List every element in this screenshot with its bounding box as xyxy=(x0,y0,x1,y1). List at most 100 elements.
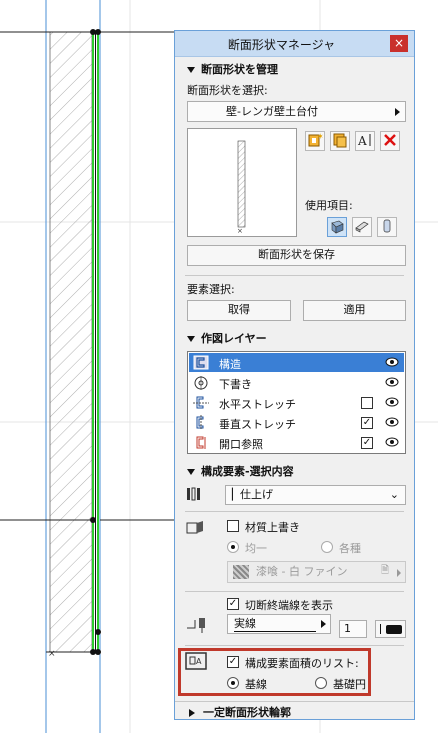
material-override-label: 材質上書き xyxy=(245,521,300,534)
usage-wall-button[interactable] xyxy=(327,217,347,237)
duplicate-profile-icon xyxy=(333,133,347,148)
profile-preview-graphic: × xyxy=(237,140,246,235)
show-cut-end-lines-label: 切断終端線を表示 xyxy=(245,599,333,612)
profile-select-dropdown[interactable]: 壁-レンガ壁土台付 xyxy=(187,101,406,122)
section-components-header[interactable]: 構成要素-選択内容 xyxy=(175,463,414,479)
chevron-right-icon xyxy=(397,569,401,577)
eye-icon[interactable] xyxy=(385,357,399,367)
pen-color-swatch xyxy=(386,625,402,634)
expand-triangle-icon xyxy=(189,709,195,717)
new-profile-button[interactable]: ✶ xyxy=(305,131,325,151)
eye-icon[interactable] xyxy=(385,437,399,447)
collapse-triangle-icon xyxy=(187,468,195,475)
line-type-dropdown[interactable]: 実線 xyxy=(227,614,331,634)
wall-usage-icon xyxy=(331,220,344,234)
opening-reference-checkbox[interactable]: ✓ xyxy=(361,437,373,449)
panel-titlebar[interactable]: 断面形状マネージャ × xyxy=(175,31,414,57)
layer-row-structure[interactable]: 構造 xyxy=(189,353,404,372)
layer-label: 下書き xyxy=(219,378,252,391)
layer-label: 垂直ストレッチ xyxy=(219,418,296,431)
surface-dropdown[interactable]: 漆喰 - 白 ファイン 🗎 xyxy=(227,561,406,583)
divider xyxy=(185,275,404,276)
profile-select-value: 壁-レンガ壁土台付 xyxy=(226,105,318,118)
save-profile-button[interactable]: 断面形状を保存 xyxy=(187,245,406,266)
surface-dropdown-value: 漆喰 - 白 ファイン xyxy=(256,565,348,578)
finish-dropdown[interactable]: ▏ 仕上げ ⌄ xyxy=(225,485,406,505)
get-button[interactable]: 取得 xyxy=(187,300,291,321)
rename-profile-button[interactable]: A xyxy=(355,131,375,151)
chevron-right-icon xyxy=(321,620,326,628)
uniform-label: 均一 xyxy=(245,542,267,555)
layer-row-vertical-stretch[interactable]: 垂直ストレッチ ✓ xyxy=(189,413,404,432)
select-profile-label: 断面形状を選択: xyxy=(187,84,268,97)
material-override-checkbox[interactable] xyxy=(227,520,239,532)
profile-preview: × xyxy=(187,128,297,237)
eye-icon[interactable] xyxy=(385,397,399,407)
usage-label: 使用項目: xyxy=(305,199,353,212)
cut-end-line-icon xyxy=(187,618,205,633)
finish-dropdown-value: 仕上げ xyxy=(240,488,273,501)
collapse-triangle-icon xyxy=(187,66,195,73)
delete-profile-button[interactable] xyxy=(380,131,400,151)
divider xyxy=(185,591,404,592)
rename-text-icon: A xyxy=(357,134,371,148)
section-constant-profile-header[interactable]: 一定断面形状輪郭 xyxy=(175,701,414,719)
delete-x-icon xyxy=(384,134,396,146)
surface-swatch-icon xyxy=(233,565,249,579)
each-label: 各種 xyxy=(339,542,361,555)
opening-reference-icon xyxy=(196,436,206,449)
svg-text:A: A xyxy=(357,134,367,148)
panel-title: 断面形状マネージャ xyxy=(227,38,336,52)
element-select-label: 要素選択: xyxy=(187,283,235,296)
eye-icon[interactable] xyxy=(385,417,399,427)
document-icon: 🗎 xyxy=(380,565,389,576)
annotation-highlight-box xyxy=(178,648,371,696)
solid-line-preview xyxy=(234,631,316,632)
svg-text:×: × xyxy=(237,227,243,235)
chevron-right-icon xyxy=(395,108,400,116)
svg-text:✶: ✶ xyxy=(317,132,323,141)
eye-icon[interactable] xyxy=(385,377,399,387)
material-override-icon xyxy=(186,521,203,534)
horizontal-stretch-checkbox[interactable] xyxy=(361,397,373,409)
section-layers-header[interactable]: 作図レイヤー xyxy=(175,330,414,346)
divider xyxy=(185,511,404,512)
vertical-stretch-checkbox[interactable]: ✓ xyxy=(361,417,373,429)
collapse-triangle-icon xyxy=(187,335,195,342)
pen-number-field[interactable]: 1 xyxy=(339,620,367,638)
svg-text:×: × xyxy=(48,649,56,659)
column-usage-icon xyxy=(383,219,391,233)
draft-layer-icon xyxy=(194,376,208,390)
uniform-radio[interactable] xyxy=(227,541,239,553)
layer-label: 構造 xyxy=(219,358,241,371)
chevron-down-icon: ⌄ xyxy=(389,488,399,501)
structure-layer-icon xyxy=(193,355,209,370)
horizontal-stretch-icon xyxy=(193,396,209,409)
divider xyxy=(185,645,404,646)
section-layers-title: 作図レイヤー xyxy=(201,332,267,345)
close-button[interactable]: × xyxy=(390,35,408,52)
apply-button[interactable]: 適用 xyxy=(303,300,406,321)
each-radio[interactable] xyxy=(321,541,333,553)
layer-label: 開口参照 xyxy=(219,438,263,451)
beam-usage-icon xyxy=(355,221,369,233)
layer-list: 構造 下書き 水平ストレッチ 垂直ストレッチ ✓ 開口参照 ✓ xyxy=(187,351,406,454)
usage-beam-button[interactable] xyxy=(352,217,372,237)
layer-row-draft[interactable]: 下書き xyxy=(189,373,404,392)
finish-component-icon xyxy=(187,487,200,501)
duplicate-profile-button[interactable] xyxy=(330,131,350,151)
section-manage-header[interactable]: 断面形状を管理 xyxy=(175,61,414,77)
profile-manager-panel: 断面形状マネージャ × 断面形状を管理 断面形状を選択: 壁-レンガ壁土台付 ×… xyxy=(174,30,415,720)
pen-marker-icon xyxy=(380,624,381,634)
pen-color-button[interactable] xyxy=(375,620,406,638)
show-cut-end-lines-checkbox[interactable]: ✓ xyxy=(227,598,239,610)
new-profile-icon: ✶ xyxy=(308,132,324,147)
section-components-title: 構成要素-選択内容 xyxy=(201,465,294,478)
vertical-stretch-icon xyxy=(196,415,204,430)
section-manage-title: 断面形状を管理 xyxy=(201,63,278,76)
layer-row-horizontal-stretch[interactable]: 水平ストレッチ xyxy=(189,393,404,412)
usage-column-button[interactable] xyxy=(377,217,397,237)
layer-row-opening-reference[interactable]: 開口参照 ✓ xyxy=(189,433,404,452)
layer-label: 水平ストレッチ xyxy=(219,398,296,411)
section-constant-profile-title: 一定断面形状輪郭 xyxy=(203,706,291,719)
